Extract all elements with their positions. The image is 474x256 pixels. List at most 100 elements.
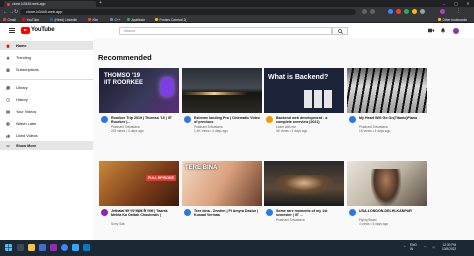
sidebar-item-show-more[interactable]: Show More bbox=[0, 141, 93, 150]
tab-title: clone-b3445.web.app bbox=[12, 2, 46, 6]
other-bookmarks[interactable]: Other bookmarks bbox=[438, 18, 467, 22]
sidebar-item-home[interactable]: Home bbox=[0, 41, 93, 50]
sidebar-item-subscriptions[interactable]: Subscriptions bbox=[0, 65, 93, 74]
fosters-icon bbox=[155, 18, 158, 21]
youtube-header: YouTube Search bbox=[0, 23, 474, 38]
subscriptions-icon bbox=[6, 67, 10, 72]
chrome-icon[interactable] bbox=[61, 244, 68, 251]
sidebar-item-your-videos[interactable]: Your Videos bbox=[0, 107, 93, 116]
video-camera-icon[interactable] bbox=[428, 28, 434, 33]
tray-chevron-icon[interactable]: ^ bbox=[404, 245, 406, 249]
photoshop-icon[interactable] bbox=[72, 244, 79, 251]
video-title[interactable]: Some rare moments of my 1st semester | I… bbox=[276, 209, 342, 218]
channel-name[interactable]: Prashant Srivastava bbox=[276, 218, 305, 222]
channel-avatar[interactable] bbox=[266, 209, 273, 216]
video-stats: 1K views • 4 days ago bbox=[359, 129, 391, 133]
back-icon[interactable]: ← bbox=[3, 9, 8, 15]
volume-icon[interactable]: ◁ bbox=[432, 245, 434, 249]
server-graphic bbox=[314, 90, 322, 108]
video-title[interactable]: Jethalal बन गए सड़क के राजा | Taarak Meh… bbox=[111, 209, 177, 218]
file-explorer-icon[interactable] bbox=[28, 244, 35, 251]
windows-start-icon[interactable] bbox=[5, 244, 12, 251]
sidebar-item-label: Watch Later bbox=[16, 121, 37, 126]
section-heading: Recommended bbox=[98, 53, 152, 62]
search-button[interactable] bbox=[332, 27, 348, 35]
sidebar-item-label: History bbox=[16, 97, 28, 102]
channel-avatar[interactable] bbox=[349, 116, 356, 123]
video-card[interactable]: What is Backend? Backend web development… bbox=[264, 68, 344, 141]
app-icon[interactable] bbox=[39, 244, 46, 251]
channel-avatar[interactable] bbox=[184, 209, 191, 216]
video-thumbnail[interactable]: TERE BINA bbox=[182, 161, 262, 206]
search-input[interactable]: Search bbox=[119, 27, 332, 35]
bookmark-fosters[interactable]: Fosters Carnival 2( bbox=[155, 18, 186, 22]
profile-avatar-icon[interactable] bbox=[440, 9, 445, 14]
bookmark-linkedin[interactable]: (Hired) LinkedIn bbox=[50, 18, 77, 22]
bookmark-label: Gmail bbox=[7, 17, 16, 22]
liked-videos-icon bbox=[6, 133, 10, 138]
clock[interactable]: 12:30 PM 10/5/2022 bbox=[442, 243, 456, 251]
video-card[interactable]: TERE BINA Tere bina - Zeeden | Ft Amyra … bbox=[182, 161, 262, 234]
video-thumbnail[interactable] bbox=[182, 68, 262, 113]
bookmark-youtube[interactable]: YouTube bbox=[22, 18, 39, 22]
maximize-icon[interactable]: ▢ bbox=[450, 0, 462, 7]
channel-avatar[interactable] bbox=[349, 209, 356, 216]
video-title[interactable]: Tere bina - Zeeden | Ft Amyra Dastur | K… bbox=[194, 209, 260, 218]
bookmark-star-icon[interactable] bbox=[370, 9, 375, 14]
close-icon[interactable]: ✕ bbox=[462, 0, 474, 7]
bookmark-cpp[interactable]: C++ bbox=[110, 18, 121, 22]
sidebar-item-label: Liked Videos bbox=[16, 133, 38, 138]
video-card[interactable]: FULL EPISODE Jethalal बन गए सड़क के राजा… bbox=[99, 161, 179, 234]
extension-icon[interactable] bbox=[388, 9, 393, 14]
new-tab-icon[interactable]: + bbox=[99, 1, 102, 6]
sidebar-item-library[interactable]: Library bbox=[0, 83, 93, 92]
notifications-icon[interactable] bbox=[440, 28, 446, 33]
bookmark-gmail[interactable]: Gmail bbox=[3, 18, 16, 22]
video-thumbnail[interactable]: THOMSO '19 IIT ROORKEE bbox=[99, 68, 179, 113]
wifi-icon[interactable]: ◠ bbox=[424, 245, 427, 249]
sidebar-item-history[interactable]: History bbox=[0, 95, 93, 104]
your-videos-icon bbox=[6, 110, 10, 113]
bookmark-apatitude[interactable]: Apatitude bbox=[127, 18, 145, 22]
youtube-logo[interactable]: YouTube bbox=[21, 27, 55, 34]
channel-name[interactable]: Sony Sab bbox=[111, 222, 125, 226]
sidebar-item-liked-videos[interactable]: Liked Videos bbox=[0, 131, 93, 140]
video-title[interactable]: Backend web development - a complete ove… bbox=[276, 116, 342, 125]
video-card[interactable]: Some rare moments of my 1st semester | I… bbox=[264, 161, 344, 234]
channel-avatar[interactable] bbox=[266, 116, 273, 123]
vscode-icon[interactable] bbox=[83, 244, 90, 251]
video-title[interactable]: Extreme landing Pro | Cinematic Video of… bbox=[194, 116, 260, 125]
hamburger-menu-icon[interactable] bbox=[9, 28, 15, 33]
channel-avatar[interactable] bbox=[101, 116, 108, 123]
video-card[interactable]: Extreme landing Pro | Cinematic Video of… bbox=[182, 68, 262, 141]
minimize-icon[interactable]: – bbox=[438, 0, 450, 7]
premiere-icon[interactable] bbox=[50, 244, 57, 251]
video-card[interactable]: USA-LONDON-DELHI-KANPUR Flying Beast 4 v… bbox=[347, 161, 427, 234]
bookmark-kite[interactable]: Kite bbox=[88, 18, 98, 22]
extension-icon[interactable] bbox=[412, 9, 417, 14]
puzzle-icon[interactable] bbox=[420, 9, 425, 14]
video-thumbnail[interactable]: FULL EPISODE bbox=[99, 161, 179, 206]
channel-avatar[interactable] bbox=[101, 209, 108, 216]
share-icon[interactable] bbox=[362, 9, 367, 14]
search-taskbar-icon[interactable] bbox=[17, 244, 24, 251]
video-title[interactable]: Roorkee Trip 2019 | Thomso '19 | IIT Roo… bbox=[111, 116, 177, 125]
video-thumbnail[interactable] bbox=[347, 68, 427, 113]
reload-icon[interactable]: ↻ bbox=[14, 9, 18, 15]
sidebar-item-trending[interactable]: Trending bbox=[0, 53, 93, 62]
video-card[interactable]: THOMSO '19 IIT ROORKEE Roorkee Trip 2019… bbox=[99, 68, 179, 141]
video-title[interactable]: My Heart Will Go On(Titanic)Piano bbox=[359, 116, 425, 121]
sidebar-item-watch-later[interactable]: Watch Later bbox=[0, 119, 93, 128]
address-bar[interactable]: clone-b3445.web.app bbox=[20, 8, 356, 15]
channel-avatar[interactable] bbox=[184, 116, 191, 123]
browser-menu-icon[interactable]: ⋮ bbox=[456, 9, 461, 14]
video-title[interactable]: USA-LONDON-DELHI-KANPUR bbox=[359, 209, 425, 214]
extension-icon[interactable] bbox=[396, 9, 401, 14]
video-thumbnail[interactable]: What is Backend? bbox=[264, 68, 344, 113]
language-indicator[interactable]: ENG IN bbox=[410, 243, 417, 251]
extension-icon[interactable] bbox=[404, 9, 409, 14]
video-thumbnail[interactable] bbox=[347, 161, 427, 206]
video-thumbnail[interactable] bbox=[264, 161, 344, 206]
video-card[interactable]: My Heart Will Go On(Titanic)Piano Prasha… bbox=[347, 68, 427, 141]
user-avatar[interactable] bbox=[453, 27, 459, 34]
